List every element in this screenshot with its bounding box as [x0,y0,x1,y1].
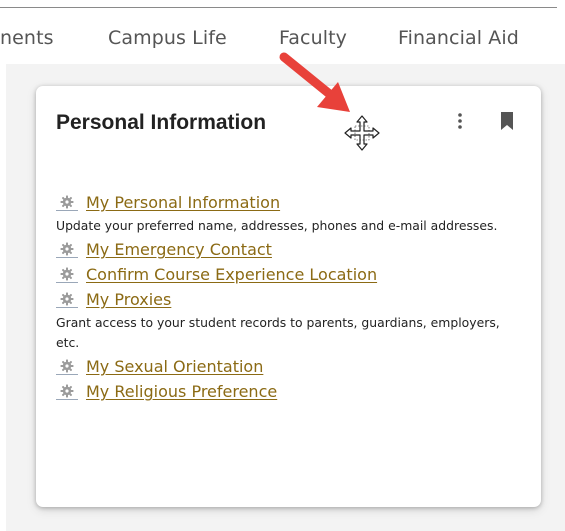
list-item[interactable]: My Personal Information [56,190,516,215]
nav-item-financial-aid[interactable]: Financial Aid [398,27,519,49]
list-item[interactable]: My Sexual Orientation [56,354,516,379]
list-item[interactable]: My Emergency Contact [56,237,516,262]
personal-information-card: Personal Information My Personal Informa… [36,86,541,507]
gear-icon [56,267,78,283]
gear-icon [56,195,78,211]
link-confirm-course-experience-location[interactable]: Confirm Course Experience Location [86,265,377,284]
move-cursor-icon [344,115,380,151]
gear-icon [56,384,78,400]
annotation-arrow-icon [279,52,350,112]
gear-icon [56,292,78,308]
personal-links-list: My Personal Information Update your pref… [56,190,516,404]
nav-item-partial[interactable]: nents [0,27,54,49]
link-my-emergency-contact[interactable]: My Emergency Contact [86,240,272,259]
list-item[interactable]: My Religious Preference [56,379,516,404]
gear-icon [56,359,78,375]
gear-icon [56,242,78,258]
list-item[interactable]: Confirm Course Experience Location [56,262,516,287]
link-my-proxies[interactable]: My Proxies [86,290,171,309]
link-my-personal-information[interactable]: My Personal Information [86,193,280,212]
nav-item-campus-life[interactable]: Campus Life [108,27,227,49]
bookmark-icon[interactable] [499,110,515,132]
list-item[interactable]: My Proxies [56,287,516,312]
link-my-sexual-orientation[interactable]: My Sexual Orientation [86,357,263,376]
link-my-religious-preference[interactable]: My Religious Preference [86,382,277,401]
link-description: Grant access to your student records to … [56,315,500,350]
nav-item-faculty[interactable]: Faculty [279,27,347,49]
link-description: Update your preferred name, addresses, p… [56,218,498,233]
kebab-menu-icon[interactable] [452,111,468,131]
card-title: Personal Information [56,111,267,134]
